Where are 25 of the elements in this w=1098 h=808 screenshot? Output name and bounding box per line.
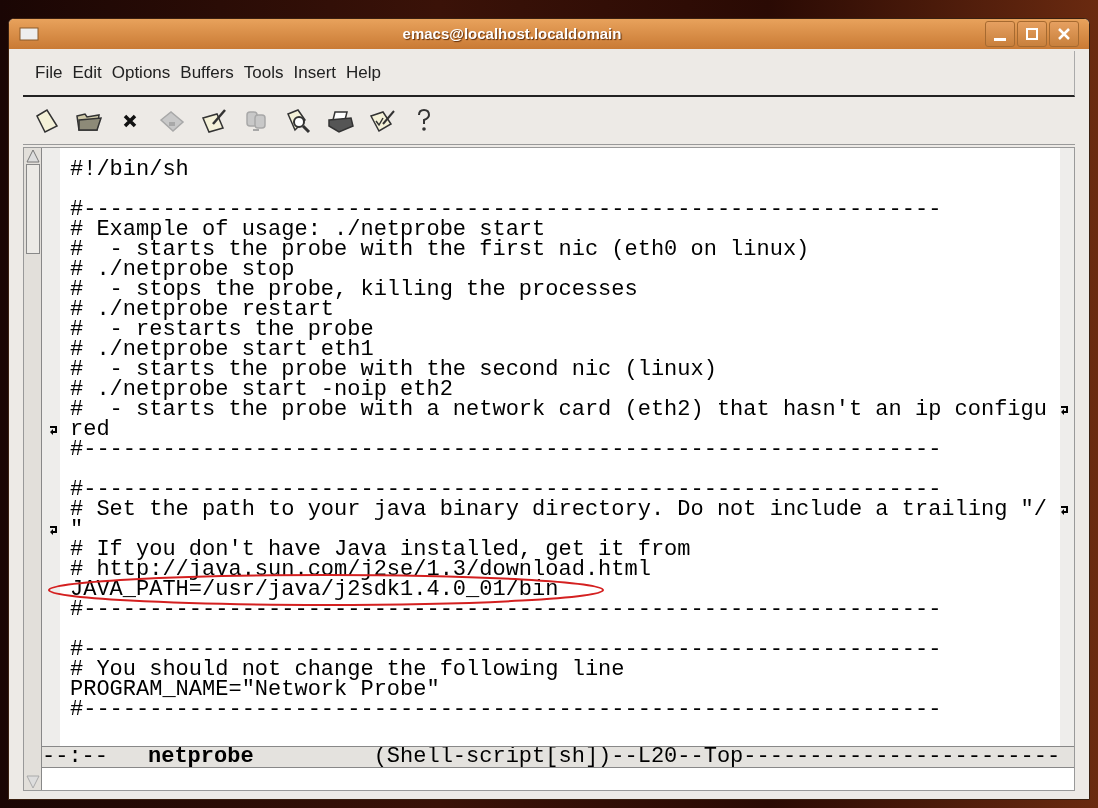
close-icon xyxy=(1057,27,1071,41)
code-line: #----------------------------------------------------------------- xyxy=(70,437,942,462)
code-line: #!/bin/sh xyxy=(70,157,189,182)
wrap-marker-icon xyxy=(1060,404,1070,416)
minimize-icon xyxy=(994,37,1006,41)
menu-item[interactable]: Buffers xyxy=(180,60,234,86)
scroll-bar[interactable] xyxy=(24,148,42,790)
menu-item[interactable]: Insert xyxy=(293,60,337,86)
window-title: emacs@localhost.localdomain xyxy=(402,23,622,44)
code-line: #----------------------------------------------------------------- xyxy=(70,697,942,722)
scroll-up-arrow-icon[interactable] xyxy=(24,148,41,164)
continuation-marker-icon xyxy=(49,524,59,536)
maximize-button[interactable] xyxy=(1017,21,1047,47)
modified-status: --:-- xyxy=(42,747,108,767)
maximize-icon xyxy=(1025,27,1039,41)
minimize-button[interactable] xyxy=(985,21,1015,47)
scroll-thumb[interactable] xyxy=(25,164,40,254)
wrap-marker-icon xyxy=(1060,504,1070,516)
menu-item[interactable]: Edit xyxy=(72,60,102,86)
menu-item[interactable]: Tools xyxy=(243,60,284,86)
menu-item[interactable]: Options xyxy=(111,60,171,86)
menu-item[interactable]: Help xyxy=(346,60,382,86)
menu-item[interactable]: File xyxy=(35,60,63,86)
window-menu-icon[interactable] xyxy=(19,27,39,41)
continuation-marker-icon xyxy=(49,424,59,436)
